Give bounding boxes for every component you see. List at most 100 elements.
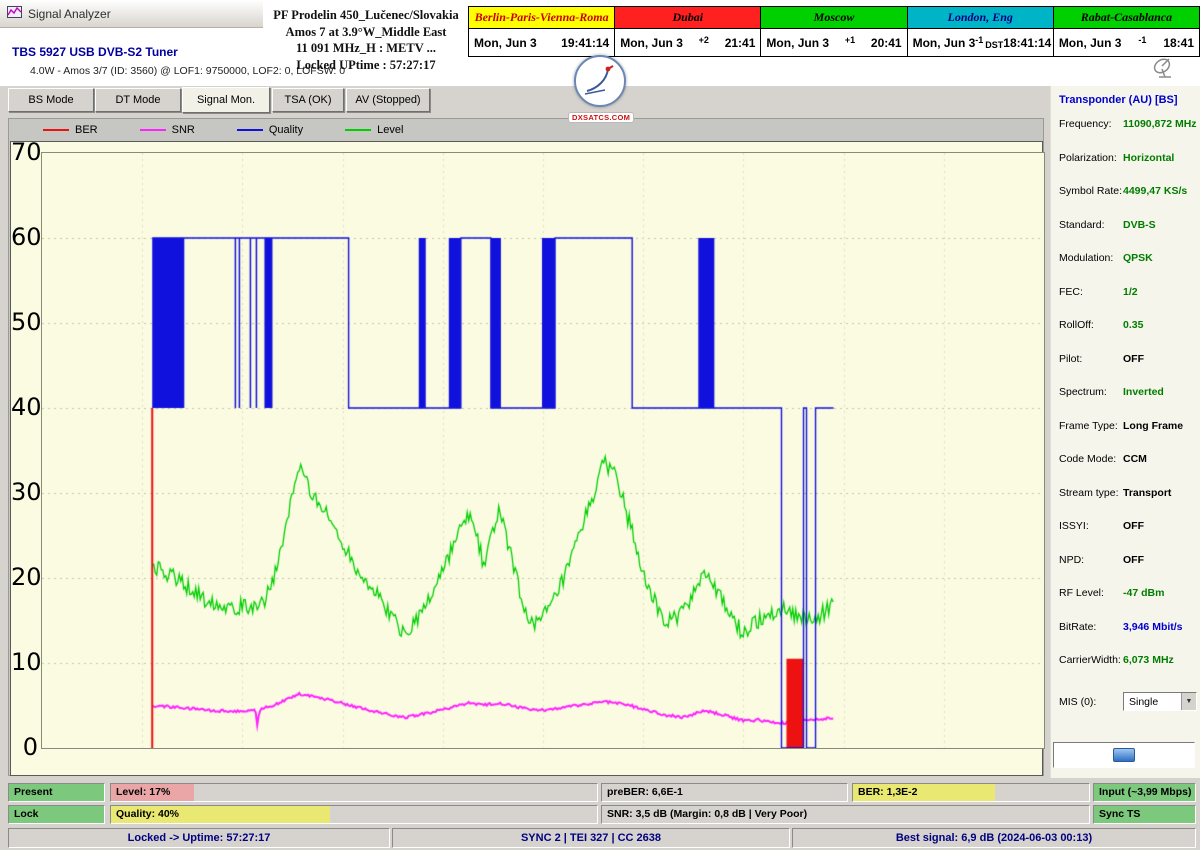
tp-npd: NPD:OFF xyxy=(1059,554,1199,588)
clock-utc-offset: -1DST xyxy=(975,35,1003,51)
tab-tsa-ok[interactable]: TSA (OK) xyxy=(272,88,344,112)
transponder-value: DVB-S xyxy=(1123,219,1199,231)
tp-stream-type: Stream type:Transport xyxy=(1059,487,1199,521)
mini-indicator xyxy=(1113,748,1135,762)
status-text: Lock xyxy=(9,806,104,820)
clock-time: Mon, Jun 3+221:41 xyxy=(615,29,760,56)
clock-date: Mon, Jun 3 xyxy=(913,36,976,50)
transponder-value: Horizontal xyxy=(1123,152,1199,164)
transponder-label: BitRate: xyxy=(1059,621,1123,633)
clock-time: Mon, Jun 3-118:41 xyxy=(1054,29,1199,56)
status-snr: SNR: 3,5 dB (Margin: 0,8 dB | Very Poor) xyxy=(601,805,1090,824)
tp-bitrate: BitRate:3,946 Mbit/s xyxy=(1059,621,1199,655)
tab-signal-mon[interactable]: Signal Mon. xyxy=(182,87,270,113)
legend-label: SNR xyxy=(172,124,195,136)
transponder-label: Spectrum: xyxy=(1059,386,1123,398)
chevron-down-icon: ▼ xyxy=(1181,693,1196,710)
transponder-label: FEC: xyxy=(1059,286,1123,298)
tp-spectrum: Spectrum:Inverted xyxy=(1059,386,1199,420)
footer-uptime: Locked -> Uptime: 57:27:17 xyxy=(8,828,390,848)
clock-time: Mon, Jun 3 +1 20:41 xyxy=(761,29,906,56)
transponder-label: Standard: xyxy=(1059,219,1123,231)
status-text: SNR: 3,5 dB (Margin: 0,8 dB | Very Poor) xyxy=(602,806,1089,820)
clock-date: Mon, Jun 3 xyxy=(766,36,829,50)
tp-pilot: Pilot:OFF xyxy=(1059,353,1199,387)
tp-polarization: Polarization:Horizontal xyxy=(1059,152,1199,186)
logo-emblem-icon xyxy=(574,55,626,107)
tp-carrierwidth: CarrierWidth:6,073 MHz xyxy=(1059,654,1199,688)
status-text: BER: 1,3E-2 xyxy=(853,784,1089,798)
transponder-label: Frequency: xyxy=(1059,118,1123,130)
mis-row: MIS (0): Single ▼ xyxy=(1059,692,1199,711)
clock-london-eng: London, Eng Mon, Jun 3-1DST18:41:14 xyxy=(907,6,1054,57)
transponder-label: RF Level: xyxy=(1059,587,1123,599)
legend-swatch xyxy=(345,129,371,131)
clock-hms: 19:41:14 xyxy=(561,36,609,50)
meter-level: Level: 17% xyxy=(110,783,598,802)
legend-item-level: Level xyxy=(345,124,403,136)
app-icon xyxy=(7,4,22,24)
y-axis-label: 50 xyxy=(11,308,38,336)
status-input: Input (~3,99 Mbps) xyxy=(1093,783,1196,802)
transponder-value: 1/2 xyxy=(1123,286,1199,298)
signal-chart: BERSNRQualityLevel 706050403020100 xyxy=(8,118,1044,776)
status-text: Input (~3,99 Mbps) xyxy=(1094,784,1195,798)
transponder-label: NPD: xyxy=(1059,554,1123,566)
clock-time: Mon, Jun 319:41:14 xyxy=(469,29,614,56)
status-text: Present xyxy=(9,784,104,798)
tab-bs-mode[interactable]: BS Mode xyxy=(8,88,94,112)
transponder-value: OFF xyxy=(1123,554,1199,566)
tp-issyi: ISSYI:OFF xyxy=(1059,520,1199,554)
logo-text: DXSATCS.COM xyxy=(568,112,634,123)
y-axis-label: 30 xyxy=(11,478,38,506)
transponder-value: Transport xyxy=(1123,487,1199,499)
transponder-value: 4499,47 KS/s xyxy=(1123,185,1199,197)
legend-swatch xyxy=(43,129,69,131)
tp-code-mode: Code Mode:CCM xyxy=(1059,453,1199,487)
clock-hms: 18:41:14 xyxy=(1003,36,1051,50)
transponder-label: CarrierWidth: xyxy=(1059,654,1123,666)
clock-dubai: DubaiMon, Jun 3+221:41 xyxy=(614,6,761,57)
clock-hms: 18:41 xyxy=(1163,36,1194,50)
y-axis-label: 0 xyxy=(11,733,38,761)
transponder-value: OFF xyxy=(1123,353,1199,365)
legend-swatch xyxy=(140,129,166,131)
legend-label: Level xyxy=(377,124,403,136)
tab-av-stopped[interactable]: AV (Stopped) xyxy=(346,88,430,112)
clock-hms: 20:41 xyxy=(871,36,902,50)
legend-swatch xyxy=(237,129,263,131)
note-line: Amos 7 at 3.9°W_Middle East xyxy=(263,24,469,41)
clock-city-label: Dubai xyxy=(615,7,760,29)
clock-utc-offset: +2 xyxy=(699,35,709,51)
y-axis-label: 60 xyxy=(11,223,38,251)
clock-city-label: Rabat-Casablanca xyxy=(1054,7,1199,29)
clock-city-label: London, Eng xyxy=(908,7,1053,29)
transponder-label: ISSYI: xyxy=(1059,520,1123,532)
chart-canvas xyxy=(41,152,1045,749)
window-title: Signal Analyzer xyxy=(28,7,111,21)
tp-fec: FEC:1/2 xyxy=(1059,286,1199,320)
transponder-value: QPSK xyxy=(1123,252,1199,264)
transponder-label: Pilot: xyxy=(1059,353,1123,365)
transponder-value: CCM xyxy=(1123,453,1199,465)
clock-rabat-casablanca: Rabat-CasablancaMon, Jun 3-118:41 xyxy=(1053,6,1200,57)
tp-rolloff: RollOff:0.35 xyxy=(1059,319,1199,353)
chart-legend: BERSNRQualityLevel xyxy=(9,119,1043,141)
transponder-value: 0.35 xyxy=(1123,319,1199,331)
y-axis-label: 40 xyxy=(11,393,38,421)
transponder-value: 11090,872 MHz xyxy=(1123,118,1199,130)
world-clock: Berlin-Paris-Vienna-RomaMon, Jun 319:41:… xyxy=(468,6,1200,57)
tab-dt-mode[interactable]: DT Mode xyxy=(95,88,181,112)
tp-rf-level: RF Level:-47 dBm xyxy=(1059,587,1199,621)
clock-utc-offset: -1 xyxy=(1138,35,1146,51)
mis-select[interactable]: Single ▼ xyxy=(1123,692,1197,711)
tp-frequency: Frequency:11090,872 MHz xyxy=(1059,118,1199,152)
transponder-value: 3,946 Mbit/s xyxy=(1123,621,1199,633)
satellite-dish-icon xyxy=(1152,56,1178,85)
tp-standard: Standard:DVB-S xyxy=(1059,219,1199,253)
meter-ber: BER: 1,3E-2 xyxy=(852,783,1090,802)
clock-utc-offset: +1 xyxy=(845,35,855,51)
transponder-label: Stream type: xyxy=(1059,487,1123,499)
status-text: Quality: 40% xyxy=(111,806,597,820)
status-sync-ts: Sync TS xyxy=(1093,805,1196,824)
